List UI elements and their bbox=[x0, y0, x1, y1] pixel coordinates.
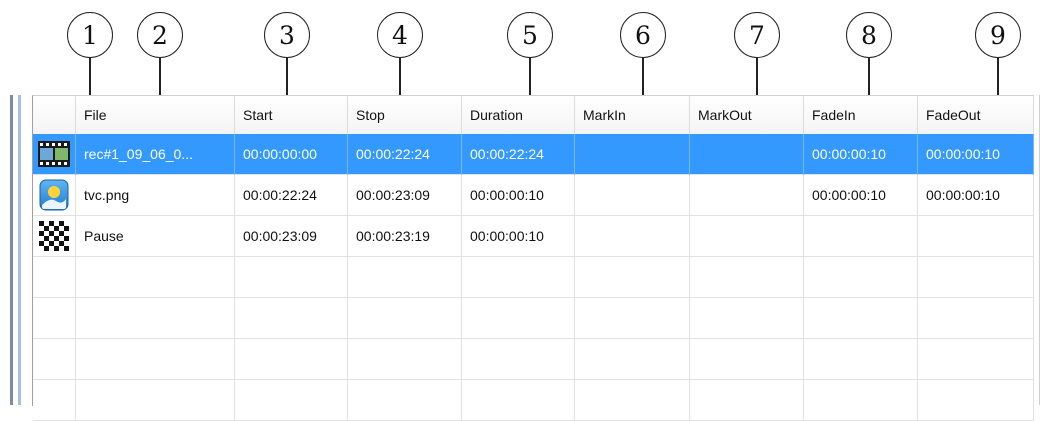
film-icon bbox=[38, 141, 70, 167]
callout-4: 4 bbox=[377, 12, 423, 58]
callout-9-leader bbox=[997, 58, 999, 98]
window-frame-left-inner bbox=[18, 95, 21, 405]
table-row[interactable]: tvc.png 00:00:22:24 00:00:23:09 00:00:00… bbox=[33, 175, 1034, 216]
cell-file: Pause bbox=[76, 216, 235, 257]
cell-fadeout: 00:00:00:10 bbox=[918, 134, 1034, 175]
callout-1: 1 bbox=[67, 12, 113, 58]
image-icon bbox=[39, 179, 69, 211]
cell-start: 00:00:22:24 bbox=[235, 175, 348, 216]
callout-6-leader bbox=[642, 58, 644, 98]
header-markin[interactable]: MarkIn bbox=[575, 96, 690, 134]
header-duration[interactable]: Duration bbox=[462, 96, 575, 134]
header-start[interactable]: Start bbox=[235, 96, 348, 134]
row-icon-cell bbox=[33, 216, 76, 257]
callout-9: 9 bbox=[975, 12, 1021, 58]
checkerboard-pause-icon bbox=[39, 221, 69, 251]
cell-file: rec#1_09_06_0... bbox=[76, 134, 235, 175]
cell-fadein bbox=[804, 216, 918, 257]
grid-header: File Start Stop Duration MarkIn MarkOut … bbox=[33, 96, 1034, 135]
callout-2: 2 bbox=[137, 12, 183, 58]
callout-1-leader bbox=[89, 58, 91, 98]
row-icon-cell bbox=[33, 134, 76, 175]
callout-3-leader bbox=[286, 58, 288, 98]
cell-markout bbox=[690, 134, 804, 175]
callout-8: 8 bbox=[846, 12, 892, 58]
table-row[interactable]: Pause 00:00:23:09 00:00:23:19 00:00:00:1… bbox=[33, 216, 1034, 257]
header-icon-column[interactable] bbox=[33, 96, 76, 134]
callout-5: 5 bbox=[507, 12, 553, 58]
cell-duration: 00:00:22:24 bbox=[462, 134, 575, 175]
cell-duration: 00:00:00:10 bbox=[462, 216, 575, 257]
window-frame-left bbox=[10, 95, 13, 405]
header-fadeout[interactable]: FadeOut bbox=[918, 96, 1034, 134]
callout-3: 3 bbox=[264, 12, 310, 58]
empty-row bbox=[33, 257, 1034, 298]
empty-row bbox=[33, 380, 1034, 421]
callout-2-leader bbox=[159, 58, 161, 98]
cell-fadeout: 00:00:00:10 bbox=[918, 175, 1034, 216]
callout-8-leader bbox=[868, 58, 870, 98]
cell-stop: 00:00:23:09 bbox=[348, 175, 462, 216]
header-stop[interactable]: Stop bbox=[348, 96, 462, 134]
cell-markout bbox=[690, 216, 804, 257]
cell-file: tvc.png bbox=[76, 175, 235, 216]
playlist-grid[interactable]: File Start Stop Duration MarkIn MarkOut … bbox=[32, 95, 1034, 421]
cell-start: 00:00:23:09 bbox=[235, 216, 348, 257]
empty-row bbox=[33, 339, 1034, 380]
empty-row bbox=[33, 298, 1034, 339]
cell-duration: 00:00:00:10 bbox=[462, 175, 575, 216]
cell-stop: 00:00:22:24 bbox=[348, 134, 462, 175]
table-row[interactable]: rec#1_09_06_0... 00:00:00:00 00:00:22:24… bbox=[33, 134, 1034, 175]
window-frame-right bbox=[1039, 95, 1040, 405]
cell-start: 00:00:00:00 bbox=[235, 134, 348, 175]
header-file[interactable]: File bbox=[76, 96, 235, 134]
cell-fadeout bbox=[918, 216, 1034, 257]
cell-markin bbox=[575, 216, 690, 257]
header-markout[interactable]: MarkOut bbox=[690, 96, 804, 134]
cell-stop: 00:00:23:19 bbox=[348, 216, 462, 257]
row-icon-cell bbox=[33, 175, 76, 216]
callout-5-leader bbox=[529, 58, 531, 98]
cell-markin bbox=[575, 134, 690, 175]
callout-7: 7 bbox=[734, 12, 780, 58]
callout-4-leader bbox=[399, 58, 401, 98]
cell-markout bbox=[690, 175, 804, 216]
cell-markin bbox=[575, 175, 690, 216]
cell-fadein: 00:00:00:10 bbox=[804, 134, 918, 175]
header-fadein[interactable]: FadeIn bbox=[804, 96, 918, 134]
cell-fadein: 00:00:00:10 bbox=[804, 175, 918, 216]
callout-6: 6 bbox=[620, 12, 666, 58]
callout-7-leader bbox=[756, 58, 758, 98]
